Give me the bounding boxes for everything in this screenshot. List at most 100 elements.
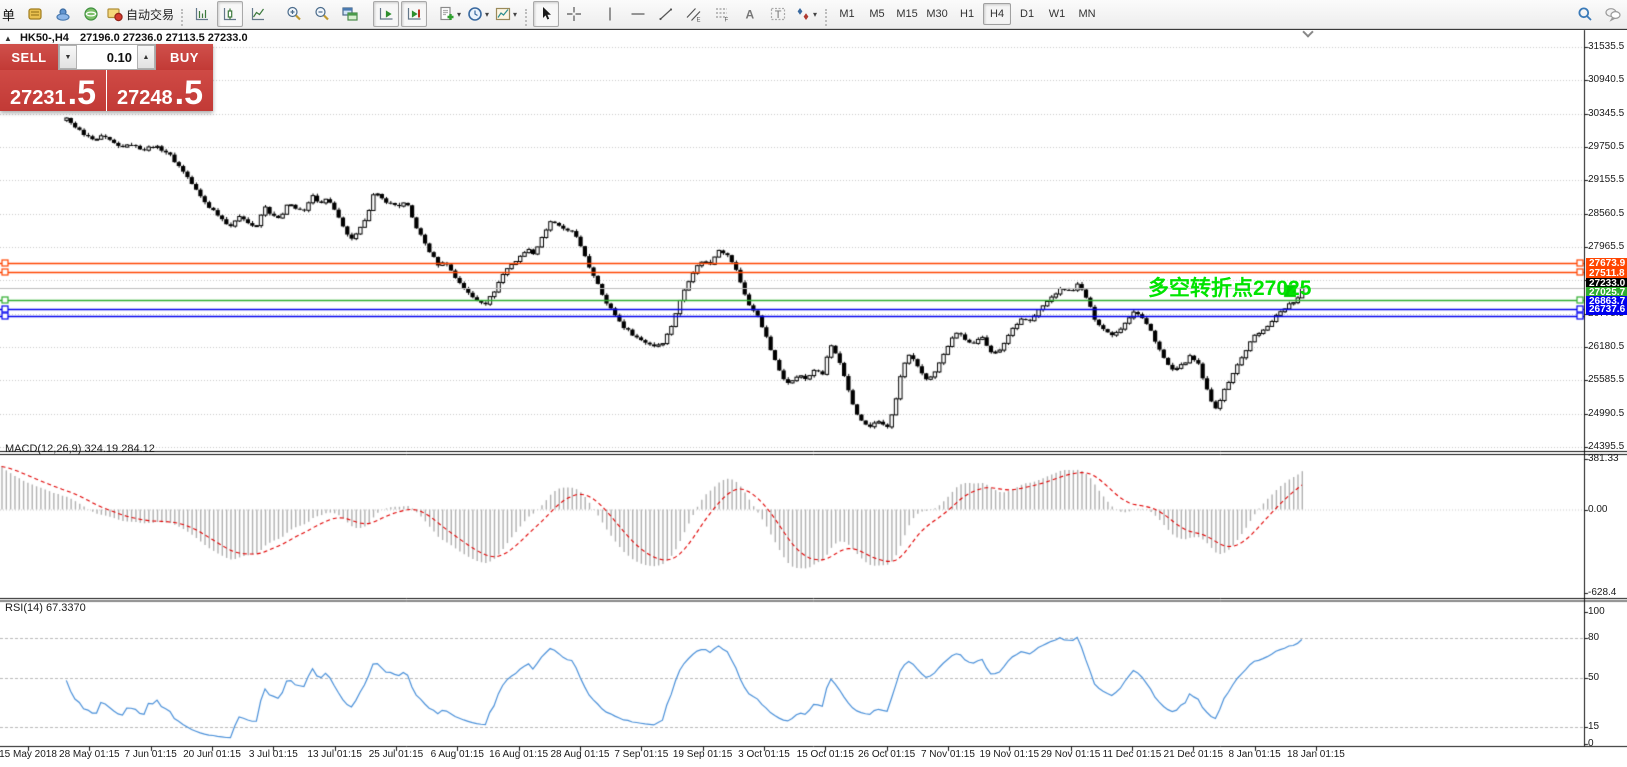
text-icon[interactable]: A — [737, 1, 763, 27]
time-axis-label: 16 Aug 01:15 — [489, 749, 548, 760]
time-axis-label: 28 May 01:15 — [59, 749, 120, 760]
rsi-axis-label: 100 — [1588, 606, 1605, 617]
vertical-line-icon[interactable] — [597, 1, 623, 27]
time-axis-label: 18 Jan 01:15 — [1287, 749, 1345, 760]
rsi-axis-label: 0 — [1588, 738, 1594, 749]
price-axis-label: 30345.5 — [1588, 108, 1624, 119]
rsi-axis-label: 80 — [1588, 632, 1599, 643]
chart-title: ▲ HK50-,H4 27196.0 27236.0 27113.5 27233… — [4, 32, 248, 44]
time-axis-label: 7 Nov 01:15 — [921, 749, 975, 760]
time-axis-label: 19 Nov 01:15 — [980, 749, 1040, 760]
search-icon[interactable] — [1572, 1, 1598, 27]
history-center-icon[interactable] — [22, 1, 48, 27]
period-icon-dropdown[interactable]: ▾ — [485, 10, 489, 19]
price-axis-label: 24990.5 — [1588, 408, 1624, 419]
timeframe-h4[interactable]: H4 — [983, 3, 1011, 25]
time-axis-label: 6 Aug 01:15 — [431, 749, 484, 760]
arrows-icon-dropdown[interactable]: ▾ — [813, 10, 817, 19]
rsi-axis-label: 15 — [1588, 721, 1599, 732]
macd-name: MACD(12,26,9) — [5, 443, 81, 455]
macd-label: MACD(12,26,9) 324.19 284.12 — [5, 443, 155, 455]
timeframe-mn[interactable]: MN — [1073, 3, 1101, 25]
volume-increase-button[interactable]: ▲ — [137, 45, 155, 69]
rsi-label: RSI(14) 67.3370 — [5, 602, 86, 614]
price-axis-label: 26180.5 — [1588, 341, 1624, 352]
auto-scroll-icon[interactable] — [373, 1, 399, 27]
volume-decrease-button[interactable]: ▼ — [59, 45, 77, 69]
cursor-icon[interactable] — [533, 1, 559, 27]
bar-chart-icon[interactable] — [189, 1, 215, 27]
panel-collapse-icon[interactable]: ▲ — [4, 34, 12, 43]
crosshair-icon[interactable] — [561, 1, 587, 27]
text-label-icon[interactable]: T — [765, 1, 791, 27]
annotation-text[interactable]: 多空转折点27025 — [1148, 272, 1311, 302]
scroll-to-end-marker[interactable] — [1302, 28, 1314, 38]
macd-value: 324.19 — [84, 443, 118, 455]
time-axis-label: 13 Jul 01:15 — [307, 749, 362, 760]
time-axis-label: 20 Jun 01:15 — [183, 749, 241, 760]
zoom-out-icon[interactable] — [309, 1, 335, 27]
time-axis-label: 7 Jun 01:15 — [125, 749, 177, 760]
trade-panel-price-row: 27231 .5 27248 .5 — [0, 70, 213, 111]
time-axis-label: 28 Aug 01:15 — [550, 749, 609, 760]
timeframe-m5[interactable]: M5 — [863, 3, 891, 25]
rsi-name: RSI(14) — [5, 602, 43, 614]
ohlc-values: 27196.0 27236.0 27113.5 27233.0 — [80, 32, 248, 44]
timeframe-m15[interactable]: M15 — [893, 3, 921, 25]
volume-input[interactable]: 0.10 — [77, 45, 137, 69]
candlestick-icon[interactable] — [217, 1, 243, 27]
zoom-in-icon[interactable] — [281, 1, 307, 27]
community-icon[interactable] — [78, 1, 104, 27]
line-chart-icon[interactable] — [245, 1, 271, 27]
price-axis-label: 24395.5 — [1588, 441, 1624, 452]
sell-price[interactable]: 27231 .5 — [0, 70, 106, 111]
channel-icon[interactable]: E — [681, 1, 707, 27]
svg-text:T: T — [775, 9, 782, 21]
price-axis-label: 28560.5 — [1588, 208, 1624, 219]
timeframe-w1[interactable]: W1 — [1043, 3, 1071, 25]
chart-canvas[interactable] — [0, 0, 1627, 767]
price-axis-label: 27965.5 — [1588, 241, 1624, 252]
buy-price[interactable]: 27248 .5 — [107, 70, 213, 111]
svg-text:A: A — [746, 8, 755, 22]
macd-axis-label: -628.4 — [1588, 587, 1616, 598]
price-line-label: 26737.6 — [1586, 304, 1627, 315]
timeframe-m1[interactable]: M1 — [833, 3, 861, 25]
buy-button[interactable]: BUY — [156, 44, 213, 70]
buy-price-main: 27248 — [117, 88, 173, 108]
trendline-icon[interactable] — [653, 1, 679, 27]
chart-shift-icon[interactable] — [401, 1, 427, 27]
arrows-icon[interactable]: ▾ — [793, 1, 819, 27]
cloud-icon[interactable] — [50, 1, 76, 27]
autotrade-button[interactable]: 自动交易 — [106, 1, 175, 27]
new-order-icon[interactable]: ▾ — [437, 1, 463, 27]
toolbar-grip[interactable] — [825, 9, 827, 26]
toolbar-grip[interactable] — [525, 9, 527, 26]
toolbar-grip[interactable] — [181, 9, 183, 26]
new-order-icon-dropdown[interactable]: ▾ — [457, 10, 461, 19]
price-axis-label: 30940.5 — [1588, 74, 1624, 85]
time-axis-label: 25 Jul 01:15 — [369, 749, 424, 760]
buy-price-frac: .5 — [175, 80, 203, 108]
chat-icon[interactable] — [1600, 1, 1626, 27]
period-icon[interactable]: ▾ — [465, 1, 491, 27]
sell-button[interactable]: SELL — [0, 44, 58, 70]
one-click-trading-panel: SELL ▼ 0.10 ▲ BUY 27231 .5 27248 .5 — [0, 44, 213, 111]
timeframe-d1[interactable]: D1 — [1013, 3, 1041, 25]
time-axis-label: 7 Sep 01:15 — [614, 749, 668, 760]
time-axis-label: 26 Oct 01:15 — [858, 749, 915, 760]
time-axis-label: 19 Sep 01:15 — [673, 749, 733, 760]
fibonacci-icon[interactable]: F — [709, 1, 735, 27]
orders-partial-label[interactable]: 单 — [2, 5, 15, 24]
toolbar-buttons: 自动交易 ▾ ▾ ▾ EFA T ▾ — [21, 1, 832, 27]
application-window: 单 自动交易 ▾ ▾ ▾ EFA T ▾ M1M5M15M30H1H4D1W1MN ▲ HK… — [0, 0, 1627, 767]
time-axis-label: 15 Oct 01:15 — [797, 749, 854, 760]
timeframe-h1[interactable]: H1 — [953, 3, 981, 25]
timeframe-m30[interactable]: M30 — [923, 3, 951, 25]
template-icon[interactable]: ▾ — [493, 1, 519, 27]
template-icon-dropdown[interactable]: ▾ — [513, 10, 517, 19]
trade-panel-top-row: SELL ▼ 0.10 ▲ BUY — [0, 44, 213, 70]
tile-windows-icon[interactable] — [337, 1, 363, 27]
horizontal-line-icon[interactable] — [625, 1, 651, 27]
time-axis-label: 11 Dec 01:15 — [1103, 749, 1162, 760]
